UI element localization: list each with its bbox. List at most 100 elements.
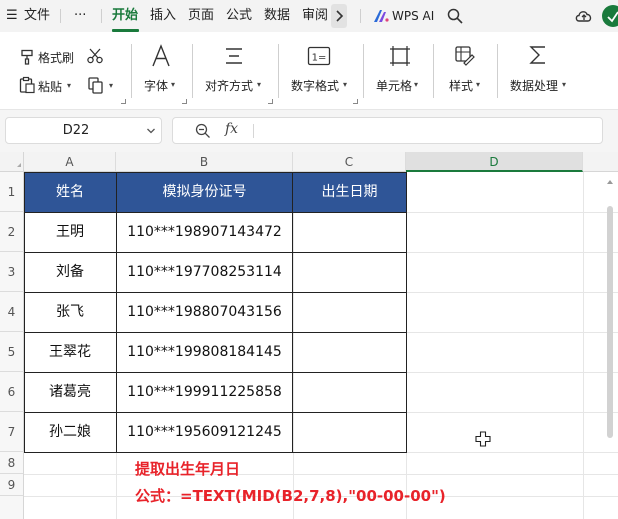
cell-a6[interactable]: 诸葛亮 <box>24 372 116 412</box>
row-header-2[interactable]: 2 <box>0 212 24 252</box>
copy-icon[interactable] <box>87 76 105 94</box>
font-button[interactable]: 字体 <box>144 77 168 94</box>
group-launcher-icon[interactable] <box>121 99 126 104</box>
gridline <box>24 474 618 475</box>
vertical-scrollbar[interactable] <box>606 178 614 518</box>
ribbon-toolbar: 格式刷 粘贴 ▾ ▾ 字体 ▾ 对齐方式 ▾ 1= 数字格式 ▾ 单元格 ▾ 样… <box>0 32 618 110</box>
cloud-upload-icon[interactable] <box>574 7 594 25</box>
header-cell-birthdate[interactable]: 出生日期 <box>293 172 406 212</box>
group-launcher-icon[interactable] <box>182 99 187 104</box>
cell-b3[interactable]: 110***197708253114 <box>116 252 293 292</box>
wps-ai-button[interactable]: WPS AI <box>392 0 434 32</box>
cell-c6[interactable] <box>293 372 406 412</box>
tab-home[interactable]: 开始 <box>112 0 138 32</box>
number-format-button[interactable]: 数字格式 <box>291 77 339 94</box>
column-header-c[interactable]: C <box>293 152 406 172</box>
tabs-scroll-right-button[interactable] <box>331 4 347 28</box>
format-painter-icon <box>21 49 33 65</box>
gridline <box>583 172 584 519</box>
format-painter-button[interactable]: 格式刷 <box>38 49 74 66</box>
search-icon[interactable] <box>447 8 463 24</box>
row-header-1[interactable]: 1 <box>0 172 24 212</box>
row-header-8[interactable]: 8 <box>0 452 24 474</box>
cell-c7[interactable] <box>293 412 406 452</box>
wps-ai-icon <box>374 10 389 22</box>
group-launcher-icon[interactable] <box>353 99 358 104</box>
caret-down-icon[interactable]: ▾ <box>343 80 347 89</box>
row-header-3[interactable]: 3 <box>0 252 24 292</box>
share-icon <box>607 11 618 23</box>
caret-down-icon[interactable]: ▾ <box>257 80 261 89</box>
column-header-b[interactable]: B <box>116 152 293 172</box>
table-border <box>24 172 25 453</box>
alignment-button[interactable]: 对齐方式 <box>205 77 253 94</box>
data-process-button[interactable]: 数据处理 <box>510 77 558 94</box>
caret-down-icon[interactable]: ▾ <box>171 80 175 89</box>
column-header-d[interactable]: D <box>406 152 583 172</box>
scroll-up-icon[interactable] <box>606 178 614 186</box>
cell-cursor-icon <box>475 431 491 447</box>
row-header-4[interactable]: 4 <box>0 292 24 332</box>
tab-data[interactable]: 数据 <box>264 0 290 32</box>
cell-b2[interactable]: 110***198907143472 <box>116 212 293 252</box>
cell-a5[interactable]: 王翠花 <box>24 332 116 372</box>
cell-c4[interactable] <box>293 292 406 332</box>
caret-down-icon[interactable]: ▾ <box>476 80 480 89</box>
tab-page[interactable]: 页面 <box>188 0 214 32</box>
caret-down-icon[interactable]: ▾ <box>562 80 566 89</box>
cell-c3[interactable] <box>293 252 406 292</box>
menu-more[interactable]: ··· <box>74 0 86 32</box>
menu-file[interactable]: 文件 <box>24 0 50 32</box>
row-header-9[interactable]: 9 <box>0 474 24 496</box>
caret-down-icon[interactable]: ▾ <box>67 81 71 90</box>
table-border <box>24 452 406 453</box>
name-box[interactable]: D22 <box>5 117 162 144</box>
cell-button[interactable]: 单元格 <box>376 77 412 94</box>
table-border <box>24 412 406 413</box>
menu-divider <box>60 9 61 23</box>
column-header-a[interactable]: A <box>24 152 116 172</box>
cell-b6[interactable]: 110***199911225858 <box>116 372 293 412</box>
user-avatar[interactable] <box>602 5 618 27</box>
tab-insert[interactable]: 插入 <box>150 0 176 32</box>
caret-down-icon[interactable]: ▾ <box>414 80 418 89</box>
cell-a3[interactable]: 刘备 <box>24 252 116 292</box>
spreadsheet-grid[interactable]: A B C D 1 2 3 4 5 6 7 8 9 姓名 模拟身份证号 出生日期… <box>0 152 618 519</box>
ribbon-divider <box>433 44 434 98</box>
group-launcher-icon[interactable] <box>268 99 273 104</box>
ribbon-divider <box>278 44 279 98</box>
number-format-icon: 1= <box>307 46 331 66</box>
select-all-corner[interactable] <box>0 152 24 172</box>
table-border <box>24 332 406 333</box>
cell-b5[interactable]: 110***199808184145 <box>116 332 293 372</box>
row-header-6[interactable]: 6 <box>0 372 24 412</box>
chevron-down-icon[interactable] <box>146 126 156 136</box>
font-icon <box>152 44 170 67</box>
tab-review[interactable]: 审阅 <box>302 0 329 32</box>
fx-icon[interactable]: fx <box>225 121 238 137</box>
cell-c2[interactable] <box>293 212 406 252</box>
cell-icon <box>390 46 410 66</box>
cell-a7[interactable]: 孙二娘 <box>24 412 116 452</box>
row-header-7[interactable]: 7 <box>0 412 24 452</box>
table-border <box>292 172 293 453</box>
caret-down-icon[interactable]: ▾ <box>109 81 113 90</box>
header-cell-name[interactable]: 姓名 <box>24 172 116 212</box>
tab-formula[interactable]: 公式 <box>226 0 252 32</box>
row-header-5[interactable]: 5 <box>0 332 24 372</box>
cell-b4[interactable]: 110***198807043156 <box>116 292 293 332</box>
hamburger-icon[interactable]: ☰ <box>6 0 18 32</box>
formula-input-area: fx <box>172 117 603 144</box>
cell-c5[interactable] <box>293 332 406 372</box>
scrollbar-thumb[interactable] <box>607 206 613 438</box>
paste-button[interactable]: 粘贴 <box>38 78 62 95</box>
cell-b7[interactable]: 110***195609121245 <box>116 412 293 452</box>
style-button[interactable]: 样式 <box>449 77 473 94</box>
header-cell-id[interactable]: 模拟身份证号 <box>116 172 293 212</box>
cell-a4[interactable]: 张飞 <box>24 292 116 332</box>
column-header-e[interactable] <box>583 152 618 172</box>
cut-icon[interactable] <box>86 47 104 65</box>
cell-a2[interactable]: 王明 <box>24 212 116 252</box>
zoom-icon[interactable] <box>195 123 211 139</box>
row-header-10[interactable] <box>0 496 24 519</box>
